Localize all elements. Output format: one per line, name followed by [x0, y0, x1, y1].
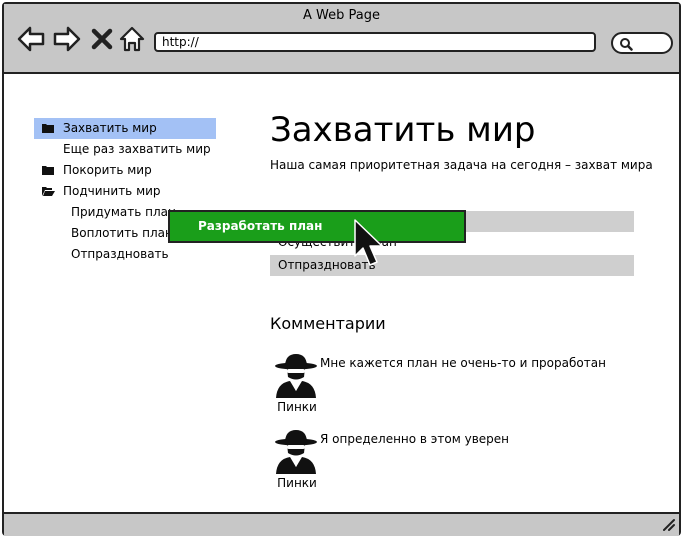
comment-text: Мне кажется план не очень-то и проработа… — [320, 356, 606, 370]
status-bar — [4, 512, 679, 536]
sidebar-item-eshche-raz[interactable]: Еще раз захватить мир — [34, 139, 216, 160]
page-title: Захватить мир — [270, 110, 536, 150]
resize-grip-icon[interactable] — [661, 517, 675, 531]
search-icon — [620, 38, 633, 51]
page-subtitle: Наша самая приоритетная задача на сегодн… — [270, 158, 653, 172]
comment-item: Пинки Мне кажется план не очень-то и про… — [270, 352, 630, 422]
dragged-task-item[interactable]: Разработать план — [168, 210, 466, 243]
forward-arrow-icon[interactable] — [53, 25, 81, 53]
comments-heading: Комментарии — [270, 314, 386, 333]
sidebar-item-label: Подчинить мир — [63, 184, 161, 198]
browser-toolbar: A Web Page http:// — [4, 4, 679, 74]
folder-open-icon — [42, 187, 55, 196]
sidebar-item-label: Захватить мир — [63, 121, 157, 135]
address-bar[interactable]: http:// — [154, 32, 596, 52]
comment-text: Я определенно в этом уверен — [320, 432, 509, 446]
search-field[interactable] — [611, 32, 673, 54]
mouse-cursor-icon — [354, 219, 383, 266]
sidebar-item-label: Еще раз захватить мир — [63, 142, 211, 156]
sidebar-item-zakhvatit-mir[interactable]: Захватить мир — [34, 118, 216, 139]
sidebar-item-label: Воплотить план — [71, 226, 173, 240]
sidebar-item-label: Покорить мир — [63, 163, 152, 177]
comment-author[interactable]: Пинки — [270, 400, 324, 414]
folder-icon — [42, 124, 54, 133]
sidebar-item-podchinit-mir[interactable]: Подчинить мир — [34, 181, 216, 202]
comment-item: Пинки Я определенно в этом уверен — [270, 428, 630, 498]
home-icon[interactable] — [118, 25, 146, 53]
task-row[interactable]: Отпраздновать — [270, 255, 634, 276]
sidebar-item-otprazdnovat[interactable]: Отпраздновать — [34, 244, 216, 265]
window-title: A Web Page — [303, 8, 380, 23]
sidebar-item-pokorit-mir[interactable]: Покорить мир — [34, 160, 216, 181]
spy-avatar-icon — [275, 354, 317, 398]
folder-icon — [42, 166, 54, 175]
comment-author[interactable]: Пинки — [270, 476, 324, 490]
sidebar-item-label: Придумать план — [71, 205, 176, 219]
sidebar-item-label: Отпраздновать — [71, 247, 169, 261]
back-arrow-icon[interactable] — [17, 25, 45, 53]
spy-avatar-icon — [275, 430, 317, 474]
stop-icon[interactable] — [91, 28, 113, 50]
